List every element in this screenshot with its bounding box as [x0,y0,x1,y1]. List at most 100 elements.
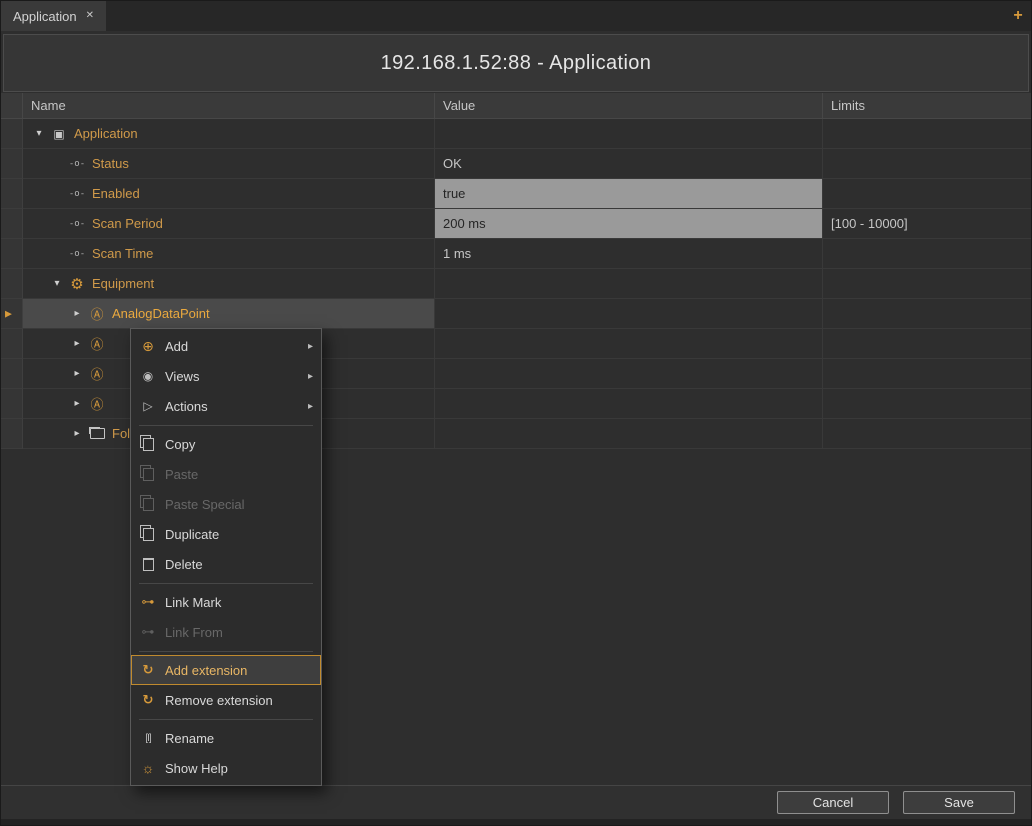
menu-item-paste: Paste [131,459,321,489]
menu-separator [139,719,313,720]
refresh-icon [139,662,157,678]
row-gutter [1,269,23,299]
analog-point-icon [87,304,107,323]
row-value: OK [435,149,823,179]
menu-item-label: Delete [165,557,203,572]
menu-item-label: Paste [165,467,198,482]
paste-icon [139,468,157,481]
row-gutter [1,179,23,209]
application-icon [49,127,69,141]
link-broken-icon [139,624,157,640]
expand-arrow-icon[interactable] [69,308,85,319]
expand-arrow-icon[interactable] [69,428,85,439]
duplicate-icon [139,528,157,541]
row-value-editable[interactable]: true [435,179,823,209]
tree-row-enabled[interactable]: Enabled true [1,179,1031,209]
menu-separator [139,425,313,426]
row-gutter [1,389,23,419]
property-pin-icon [67,189,87,199]
trash-icon [139,558,157,571]
tab-application[interactable]: Application [1,1,106,31]
menu-item-label: Copy [165,437,195,452]
row-name: Scan Period [92,216,163,231]
tab-label: Application [13,9,77,24]
menu-item-label: Show Help [165,761,228,776]
row-limits [823,179,1031,209]
row-limits [823,269,1031,299]
tree-row-status[interactable]: Status OK [1,149,1031,179]
menu-item-label: Link From [165,625,223,640]
menu-item-paste-special: Paste Special [131,489,321,519]
paste-special-icon [139,498,157,511]
window-bottom-edge [1,819,1031,825]
rename-icon [139,733,157,744]
menu-item-label: Add extension [165,663,247,678]
row-gutter-selected-indicator [1,299,23,329]
row-limits [823,389,1031,419]
menu-item-copy[interactable]: Copy [131,429,321,459]
row-value [435,419,823,449]
copy-icon [139,438,157,451]
menu-item-label: Duplicate [165,527,219,542]
column-header-limits[interactable]: Limits [823,93,1031,118]
menu-item-add-extension[interactable]: Add extension [131,655,321,685]
submenu-arrow-icon [308,401,313,412]
column-header-name[interactable]: Name [23,93,435,118]
row-value-editable[interactable]: 200 ms [435,209,823,239]
property-pin-icon [67,249,87,259]
expand-arrow-icon[interactable] [31,128,47,139]
add-tab-button[interactable] [1005,1,1031,31]
add-icon [139,338,157,355]
context-menu: Add Views Actions Copy Paste Paste Speci… [130,328,322,786]
row-gutter [1,239,23,269]
menu-item-rename[interactable]: Rename [131,723,321,753]
row-name: Fol [112,426,130,441]
save-button[interactable]: Save [903,791,1015,814]
menu-item-label: Add [165,339,188,354]
row-value [435,299,823,329]
menu-item-actions[interactable]: Actions [131,391,321,421]
link-icon [139,594,157,610]
property-pin-icon [67,159,87,169]
row-limits [823,359,1031,389]
submenu-arrow-icon [308,371,313,382]
menu-item-remove-extension[interactable]: Remove extension [131,685,321,715]
row-limits [823,329,1031,359]
tree-row-equipment[interactable]: Equipment [1,269,1031,299]
eye-icon [139,369,157,383]
close-tab-icon[interactable] [86,11,94,21]
tree-row-analogdatapoint[interactable]: AnalogDataPoint [1,299,1031,329]
row-name: Status [92,156,129,171]
tree-row-scan-time[interactable]: Scan Time 1 ms [1,239,1031,269]
menu-item-duplicate[interactable]: Duplicate [131,519,321,549]
menu-separator [139,651,313,652]
analog-point-icon [87,364,107,383]
expand-arrow-icon[interactable] [49,278,65,289]
property-pin-icon [67,219,87,229]
row-gutter [1,119,23,149]
expand-arrow-icon[interactable] [69,338,85,349]
expand-arrow-icon[interactable] [69,398,85,409]
menu-item-link-mark[interactable]: Link Mark [131,587,321,617]
menu-item-label: Views [165,369,199,384]
menu-item-delete[interactable]: Delete [131,549,321,579]
menu-separator [139,583,313,584]
cancel-button[interactable]: Cancel [777,791,889,814]
row-value: 1 ms [435,239,823,269]
row-value [435,329,823,359]
column-header-value[interactable]: Value [435,93,823,118]
folder-icon [87,428,107,439]
page-title: 192.168.1.52:88 - Application [381,52,652,75]
tree-row-scan-period[interactable]: Scan Period 200 ms [100 - 10000] [1,209,1031,239]
row-gutter [1,359,23,389]
menu-item-show-help[interactable]: Show Help [131,753,321,783]
tree-row-application[interactable]: Application [1,119,1031,149]
row-name: Application [74,126,138,141]
menu-item-views[interactable]: Views [131,361,321,391]
row-value [435,359,823,389]
menu-item-add[interactable]: Add [131,331,321,361]
gear-icon [67,275,87,293]
analog-point-icon [87,394,107,413]
row-value [435,389,823,419]
expand-arrow-icon[interactable] [69,368,85,379]
